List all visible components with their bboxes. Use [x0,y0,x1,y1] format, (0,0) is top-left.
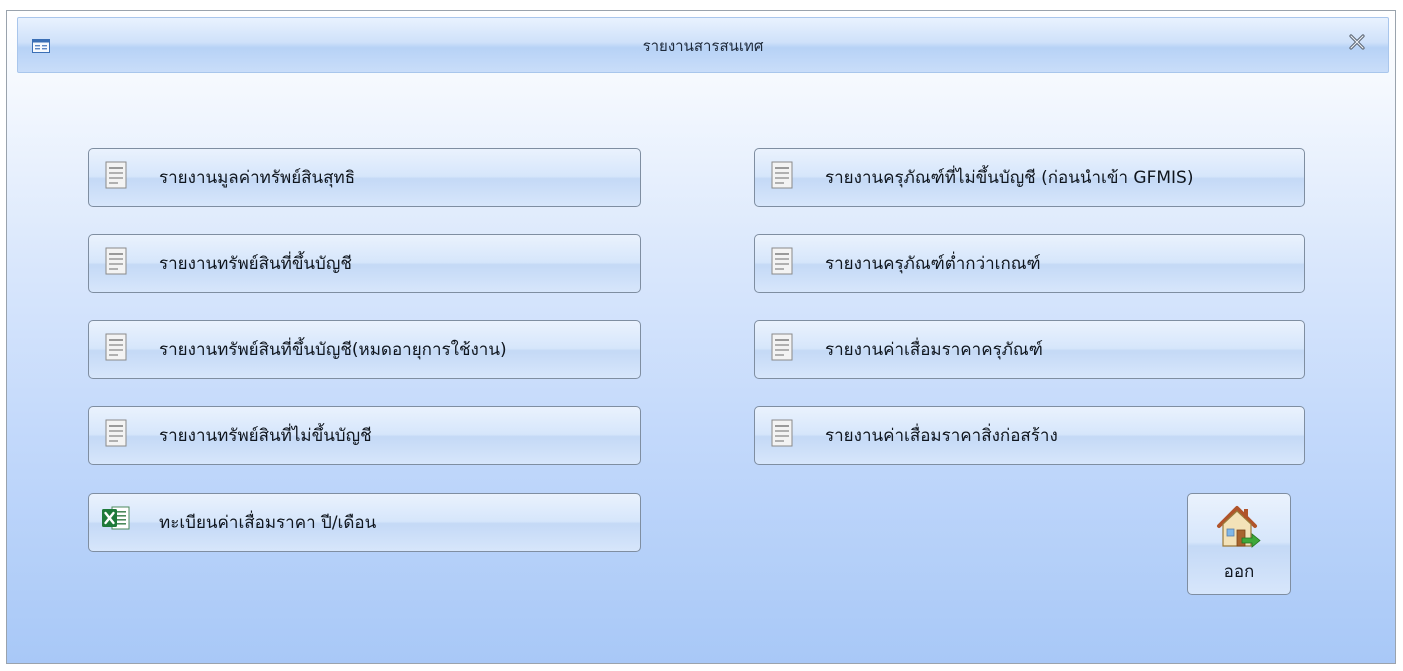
report-document-icon [771,419,793,447]
window-title: รายงานสารสนเทศ [642,37,764,55]
report-document-icon [105,161,127,189]
excel-icon [102,506,130,530]
home-exit-icon [1217,506,1261,548]
button-label: รายงานครุภัณฑ์ที่ไม่ขึ้นบัญชี (ก่อนนำเข้… [825,168,1194,188]
button-label: ทะเบียนค่าเสื่อมราคา ปี/เดือน [159,513,377,533]
report-document-icon [771,333,793,361]
report-document-icon [771,247,793,275]
button-label: รายงานค่าเสื่อมราคาสิ่งก่อสร้าง [825,426,1058,446]
report-document-icon [105,333,127,361]
report-registered-assets-button[interactable]: รายงานทรัพย์สินที่ขึ้นบัญชี [88,234,641,293]
close-icon[interactable] [1346,31,1368,53]
button-label: รายงานครุภัณฑ์ต่ำกว่าเกณฑ์ [825,254,1041,274]
button-label: รายงานทรัพย์สินที่ขึ้นบัญชี(หมดอายุการใช… [159,340,507,360]
report-window: รายงานสารสนเทศ รายงานมูลค่าทรัพย์สินสุทธ… [6,10,1396,664]
report-registered-assets-expired-button[interactable]: รายงานทรัพย์สินที่ขึ้นบัญชี(หมดอายุการใช… [88,320,641,379]
title-bar: รายงานสารสนเทศ [17,17,1389,73]
exit-button[interactable]: ออก [1187,493,1291,595]
depreciation-register-excel-button[interactable]: ทะเบียนค่าเสื่อมราคา ปี/เดือน [88,493,641,552]
report-building-depreciation-button[interactable]: รายงานค่าเสื่อมราคาสิ่งก่อสร้าง [754,406,1305,465]
report-document-icon [771,161,793,189]
report-equipment-depreciation-button[interactable]: รายงานค่าเสื่อมราคาครุภัณฑ์ [754,320,1305,379]
report-document-icon [105,419,127,447]
exit-label: ออก [1223,562,1255,582]
report-equipment-below-threshold-button[interactable]: รายงานครุภัณฑ์ต่ำกว่าเกณฑ์ [754,234,1305,293]
report-net-asset-value-button[interactable]: รายงานมูลค่าทรัพย์สินสุทธิ [88,148,641,207]
report-unregistered-equipment-gfmis-button[interactable]: รายงานครุภัณฑ์ที่ไม่ขึ้นบัญชี (ก่อนนำเข้… [754,148,1305,207]
report-unregistered-assets-button[interactable]: รายงานทรัพย์สินที่ไม่ขึ้นบัญชี [88,406,641,465]
button-label: รายงานค่าเสื่อมราคาครุภัณฑ์ [825,340,1043,360]
button-label: รายงานทรัพย์สินที่ไม่ขึ้นบัญชี [159,426,372,446]
button-label: รายงานมูลค่าทรัพย์สินสุทธิ [159,168,356,188]
report-document-icon [105,247,127,275]
button-label: รายงานทรัพย์สินที่ขึ้นบัญชี [159,254,352,274]
